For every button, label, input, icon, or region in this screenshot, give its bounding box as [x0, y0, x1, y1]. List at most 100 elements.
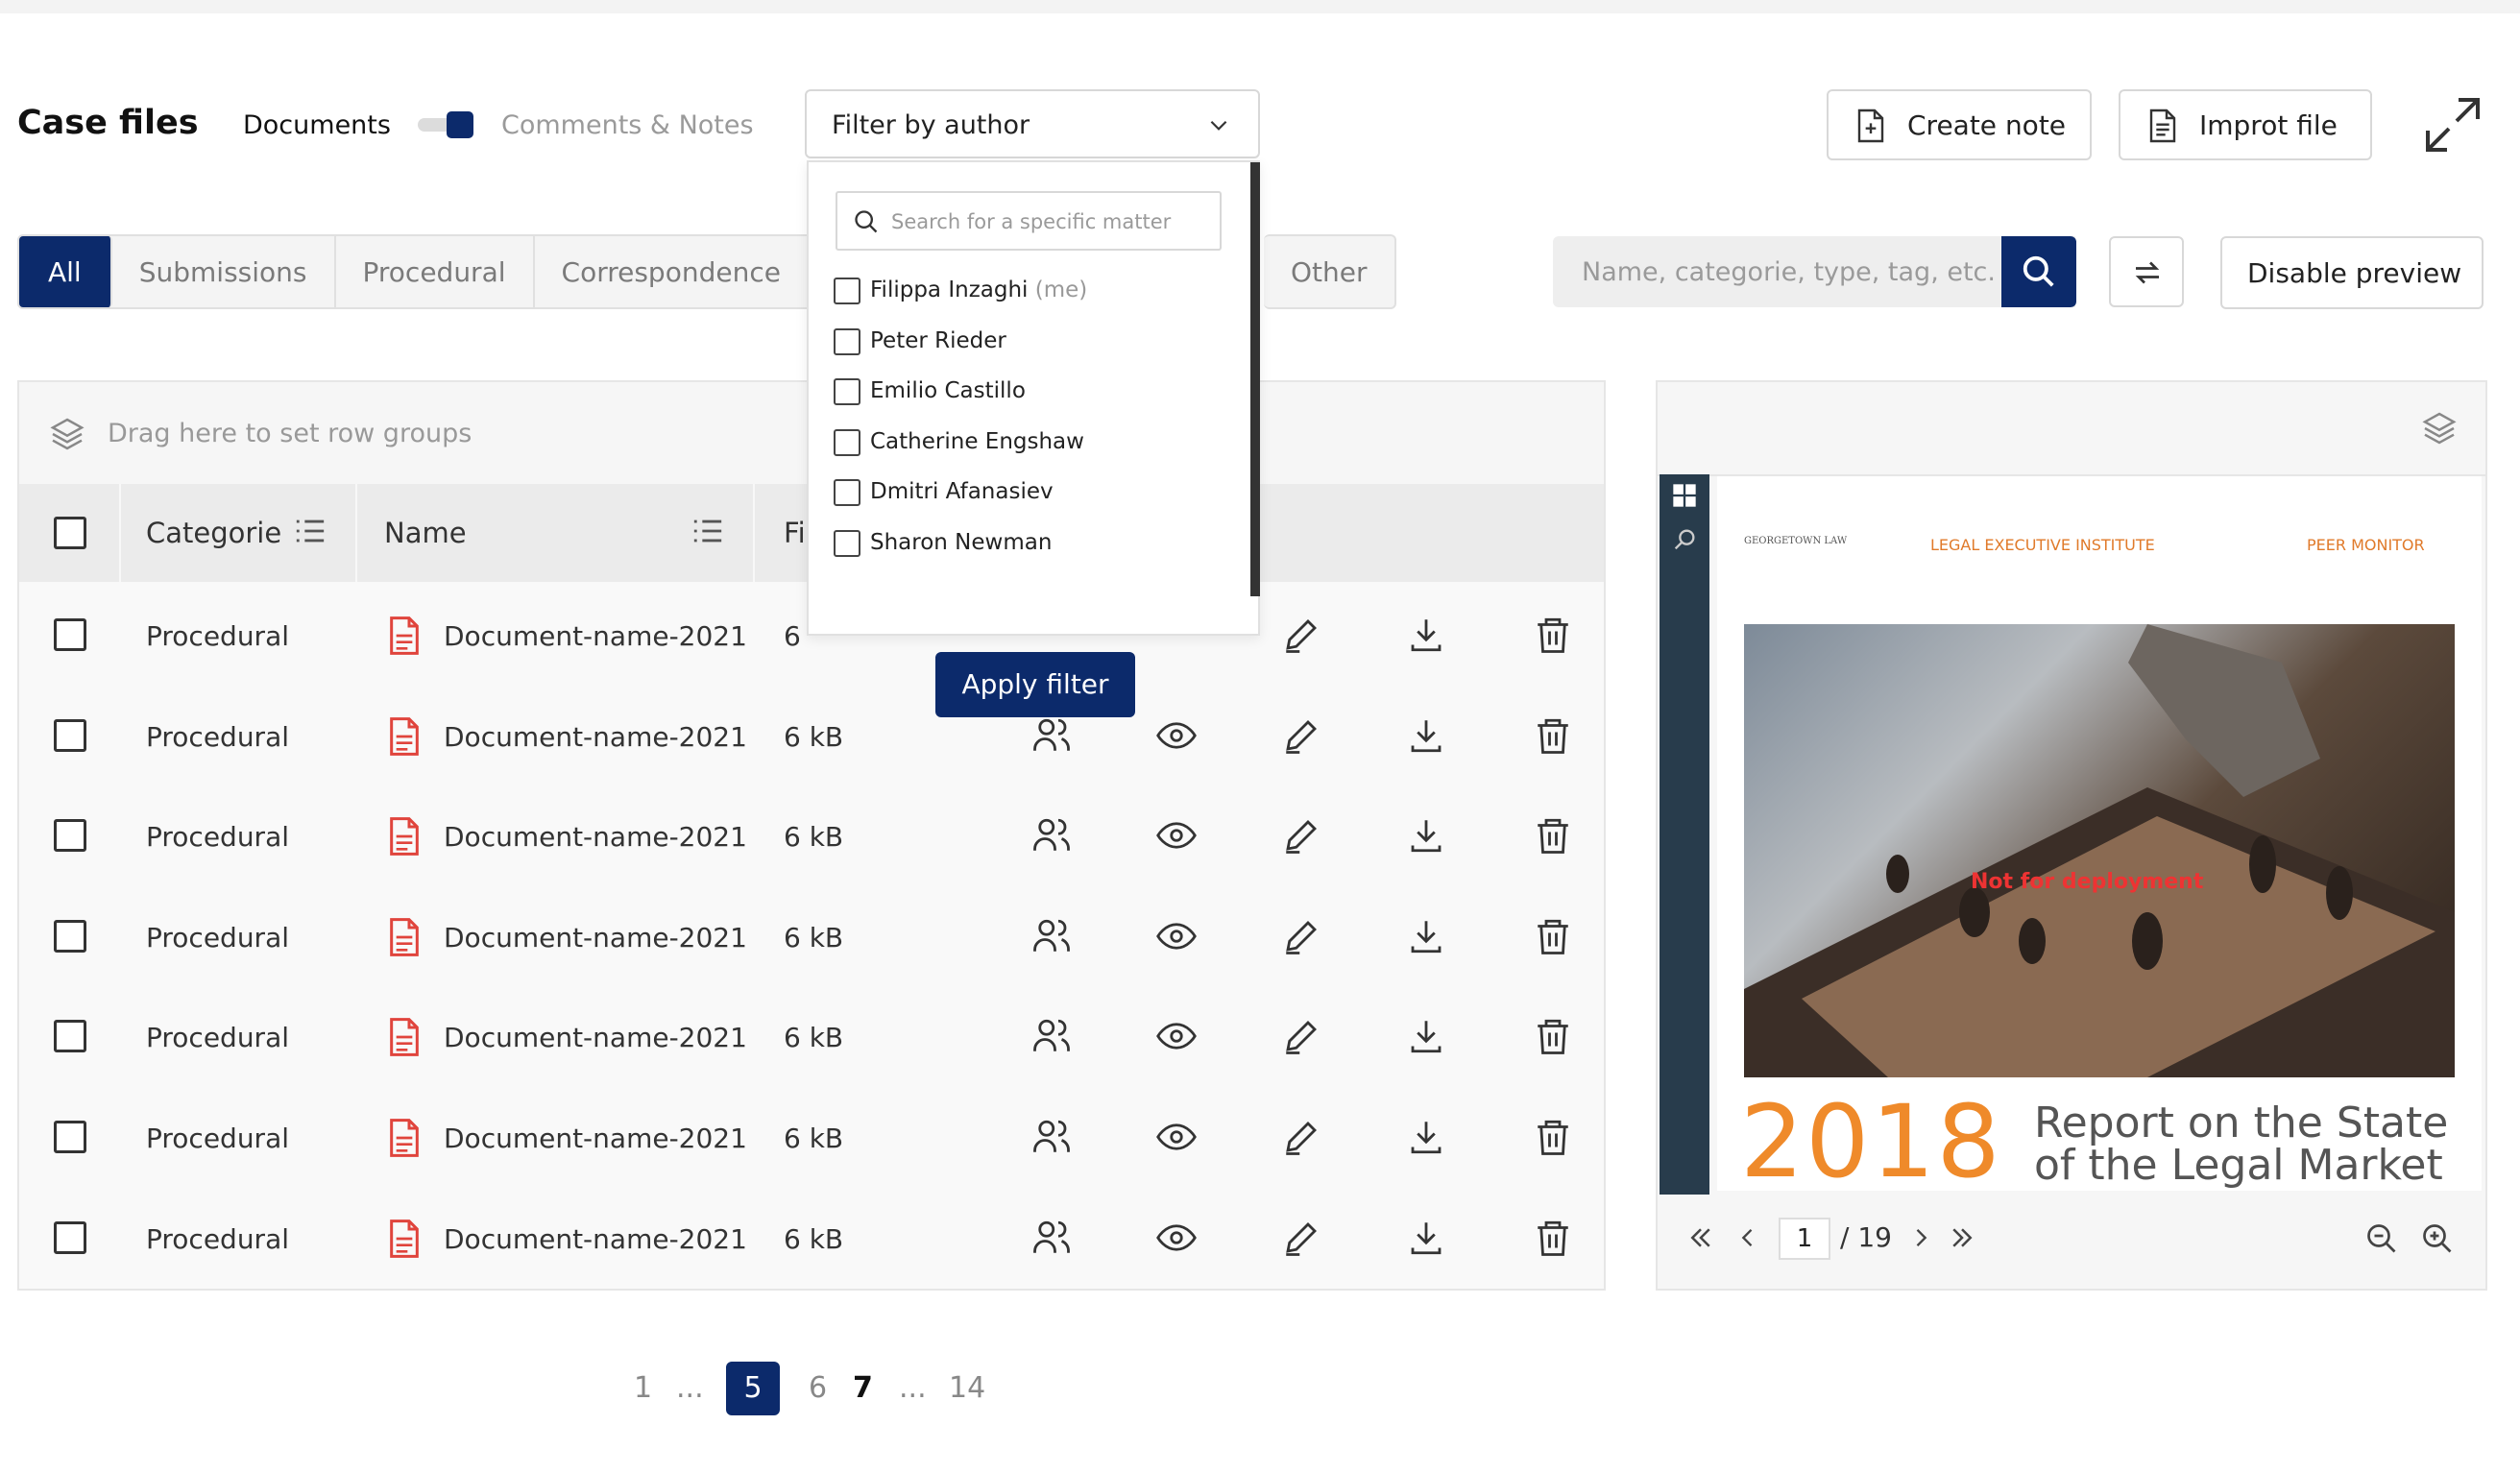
preview-icon[interactable] [1156, 715, 1197, 756]
column-header-name[interactable]: Name [384, 517, 467, 549]
zoom-out-icon[interactable] [2364, 1221, 2399, 1256]
download-icon[interactable] [1406, 715, 1446, 756]
search-button[interactable] [2001, 236, 2076, 307]
table-row[interactable]: Procedural Document-name-2021 6 kB [19, 1187, 1604, 1288]
author-checkbox[interactable] [834, 479, 860, 506]
author-checkbox[interactable] [834, 278, 860, 304]
author-checkbox[interactable] [834, 428, 860, 456]
view-toggle[interactable] [418, 110, 473, 139]
delete-icon[interactable] [1533, 615, 1573, 655]
preview-icon[interactable] [1156, 1016, 1197, 1056]
share-icon[interactable] [1031, 1218, 1072, 1258]
table-row[interactable]: Procedural Document-name-2021 6 kB [19, 685, 1604, 785]
column-menu-icon[interactable] [691, 517, 724, 545]
page-link[interactable]: 6 [809, 1371, 827, 1405]
download-icon[interactable] [1406, 815, 1446, 856]
table-row[interactable]: Procedural Document-name-2021 6 kB [19, 985, 1604, 1086]
row-file-name[interactable]: Document-name-2021 [444, 721, 747, 753]
apply-filter-button[interactable]: Apply filter [935, 652, 1135, 717]
row-checkbox[interactable] [54, 819, 86, 853]
delete-icon[interactable] [1533, 815, 1573, 856]
first-page-icon[interactable] [1686, 1223, 1715, 1252]
delete-icon[interactable] [1533, 715, 1573, 756]
dropdown-scrollbar[interactable] [1250, 162, 1260, 596]
row-file-name[interactable]: Document-name-2021 [444, 620, 747, 652]
author-checkbox[interactable] [834, 378, 860, 405]
preview-icon[interactable] [1156, 1218, 1197, 1258]
filter-by-author-select[interactable]: Filter by author [805, 89, 1260, 158]
table-row[interactable]: Procedural Document-name-2021 6 kB [19, 1086, 1604, 1187]
next-page-icon[interactable] [1907, 1223, 1934, 1252]
delete-icon[interactable] [1533, 1117, 1573, 1157]
lei-logo: LEGAL EXECUTIVE INSTITUTE [1930, 536, 2155, 554]
tab-procedural[interactable]: Procedural [336, 236, 535, 307]
prev-page-icon[interactable] [1734, 1223, 1761, 1252]
table-row[interactable]: Procedural Document-name-2021 6 kB [19, 885, 1604, 986]
chess-photo: Not for deployment [1744, 624, 2455, 1077]
thumbnails-icon[interactable] [1671, 482, 1698, 509]
page-link[interactable]: 14 [949, 1371, 985, 1405]
download-icon[interactable] [1406, 1117, 1446, 1157]
import-file-button[interactable]: Improt file [2119, 89, 2372, 160]
author-search-input[interactable] [889, 206, 1210, 237]
drag-hint: Drag here to set row groups [108, 419, 472, 448]
page-number-input[interactable]: 1 [1779, 1218, 1830, 1260]
row-checkbox[interactable] [54, 1121, 86, 1153]
table-row[interactable]: Procedural Document-name-2021 6 kB [19, 785, 1604, 885]
download-icon[interactable] [1406, 615, 1446, 655]
edit-icon[interactable] [1281, 916, 1321, 956]
preview-icon[interactable] [1156, 916, 1197, 956]
refresh-button[interactable] [2109, 236, 2184, 307]
edit-icon[interactable] [1281, 815, 1321, 856]
column-menu-icon[interactable] [294, 517, 327, 545]
row-file-name[interactable]: Document-name-2021 [444, 1123, 747, 1154]
disable-preview-button[interactable]: Disable preview [2220, 236, 2484, 309]
edit-icon[interactable] [1281, 1016, 1321, 1056]
edit-icon[interactable] [1281, 615, 1321, 655]
preview-icon[interactable] [1156, 1117, 1197, 1157]
column-header-file[interactable]: Fi [784, 517, 806, 549]
tab-submissions[interactable]: Submissions [112, 236, 336, 307]
page-link-current[interactable]: 5 [726, 1362, 780, 1415]
preview-icon[interactable] [1156, 815, 1197, 856]
edit-icon[interactable] [1281, 1218, 1321, 1258]
top-strip [0, 0, 2520, 13]
share-icon[interactable] [1031, 715, 1072, 756]
row-file-name[interactable]: Document-name-2021 [444, 821, 747, 853]
search-icon[interactable] [1671, 526, 1698, 553]
edit-icon[interactable] [1281, 1117, 1321, 1157]
tab-other[interactable]: Other [1264, 234, 1396, 309]
search-input[interactable] [1580, 252, 2045, 292]
row-file-name[interactable]: Document-name-2021 [444, 1223, 747, 1255]
row-file-name[interactable]: Document-name-2021 [444, 1022, 747, 1053]
row-checkbox[interactable] [54, 1020, 86, 1053]
row-file-name[interactable]: Document-name-2021 [444, 922, 747, 954]
edit-icon[interactable] [1281, 715, 1321, 756]
create-note-button[interactable]: Create note [1827, 89, 2092, 160]
share-icon[interactable] [1031, 1117, 1072, 1157]
share-icon[interactable] [1031, 916, 1072, 956]
select-all-checkbox[interactable] [54, 517, 86, 549]
delete-icon[interactable] [1533, 916, 1573, 956]
zoom-in-icon[interactable] [2420, 1221, 2455, 1256]
delete-icon[interactable] [1533, 1218, 1573, 1258]
download-icon[interactable] [1406, 1016, 1446, 1056]
tab-all[interactable]: All [19, 236, 112, 307]
share-icon[interactable] [1031, 1016, 1072, 1056]
page-link[interactable]: 7 [853, 1371, 873, 1405]
row-checkbox[interactable] [54, 618, 86, 651]
share-icon[interactable] [1031, 815, 1072, 856]
download-icon[interactable] [1406, 1218, 1446, 1258]
author-checkbox[interactable] [834, 529, 860, 557]
page-link[interactable]: 1 [634, 1371, 652, 1405]
expand-icon[interactable] [2424, 96, 2482, 154]
row-checkbox[interactable] [54, 718, 86, 752]
author-checkbox[interactable] [834, 327, 860, 355]
row-checkbox[interactable] [54, 1220, 86, 1254]
download-icon[interactable] [1406, 916, 1446, 956]
layers-icon[interactable] [2420, 409, 2459, 447]
delete-icon[interactable] [1533, 1016, 1573, 1056]
column-header-category[interactable]: Categorie [146, 517, 281, 549]
last-page-icon[interactable] [1948, 1223, 1976, 1252]
row-checkbox[interactable] [54, 919, 86, 953]
